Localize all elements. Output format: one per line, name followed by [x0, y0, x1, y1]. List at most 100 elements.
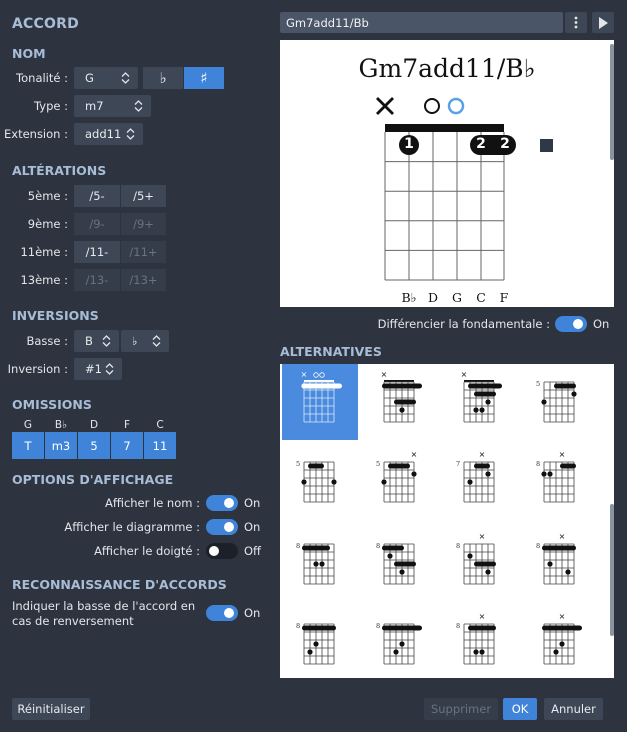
chord-diagram — [376, 97, 553, 281]
finger-number-label: 2 — [476, 136, 486, 152]
alternative-chord-item[interactable]: 8 — [362, 606, 438, 678]
finger-number-label: 1 — [404, 136, 414, 152]
bass-indication-label: Indiquer la basse de l'accord en cas de … — [12, 599, 196, 628]
basse-select[interactable]: B — [74, 330, 119, 352]
string-note-label: C — [476, 290, 486, 305]
bass-indication-toggle[interactable] — [206, 605, 238, 621]
type-select[interactable]: m7 — [74, 95, 151, 117]
delete-button[interactable]: Supprimer — [424, 698, 498, 720]
options-heading: OPTIONS D'AFFICHAGE — [12, 472, 174, 487]
alteration-minus-button[interactable]: /5- — [74, 185, 120, 207]
inversions-heading: INVERSIONS — [12, 308, 99, 323]
alternative-diagram: × — [463, 532, 496, 585]
alternative-diagram — [302, 543, 335, 585]
omission-button[interactable]: 11 — [144, 432, 176, 459]
extra-string-marker — [540, 139, 553, 152]
alteration-minus-button[interactable]: /11- — [74, 241, 120, 263]
alternative-chord-item[interactable]: × 5 — [362, 444, 438, 520]
ok-button[interactable]: OK — [503, 698, 537, 720]
extension-select[interactable]: add11 — [74, 123, 143, 145]
alternative-chord-item[interactable]: × 8 — [522, 526, 598, 602]
alteration-label: 13ème : — [20, 273, 68, 287]
alternative-chord-item[interactable]: × 7 — [442, 444, 518, 520]
omission-button[interactable]: 5 — [78, 432, 110, 459]
show-name-label: Afficher le nom : — [104, 496, 200, 510]
accidental-toggle: ♭ ♯ — [143, 67, 224, 89]
muted-string-icon — [376, 97, 394, 115]
string-note-label: F — [499, 290, 509, 305]
alternative-diagram: × — [463, 612, 496, 665]
play-button[interactable] — [592, 12, 614, 33]
preview-scrollbar[interactable] — [610, 44, 614, 160]
differencier-toggle[interactable] — [555, 316, 587, 332]
alteration-minus-button[interactable]: /9- — [74, 213, 120, 235]
show-fingering-toggle[interactable] — [206, 543, 238, 559]
omission-button[interactable]: 7 — [111, 432, 143, 459]
inversion-label: Inversion : — [7, 362, 68, 376]
alternatives-scrollbar[interactable] — [610, 504, 614, 636]
alteration-plus-button[interactable]: /5+ — [121, 185, 166, 207]
more-options-button[interactable] — [565, 12, 587, 33]
alternative-chord-item[interactable]: × 8 — [442, 526, 518, 602]
alternative-chord-item[interactable]: × — [442, 364, 518, 440]
alternative-chord-item[interactable]: × — [522, 606, 598, 678]
fret-number-label: 8 — [296, 622, 301, 630]
basse-value: B — [85, 334, 93, 348]
alternative-diagram — [382, 623, 422, 665]
svg-text:×: × — [559, 532, 566, 541]
omission-button[interactable]: m3 — [45, 432, 77, 459]
alteration-label: 9ème : — [27, 217, 68, 231]
string-note-label: B♭ — [401, 290, 417, 305]
cancel-button[interactable]: Annuler — [544, 698, 603, 720]
svg-text:×: × — [479, 612, 486, 621]
alternative-chord-item[interactable]: × — [362, 364, 438, 440]
fret-number-label: 8 — [376, 622, 381, 630]
alternatives-list: × × × 5 5 × 5 × 7 × 8 8 8 × 8 × 8 8 8 × 8 × — [280, 364, 614, 678]
alteration-toggle: /5-/5+ — [74, 185, 166, 207]
chord-name-input[interactable]: Gm7add11/Bb — [280, 12, 563, 33]
alternative-chord-item[interactable]: 8 — [282, 526, 358, 602]
alternative-chord-item[interactable]: 8 — [362, 526, 438, 602]
sharp-button[interactable]: ♯ — [184, 67, 224, 89]
differencier-label: Différencier la fondamentale : — [377, 317, 550, 331]
alternative-chord-item[interactable]: 5 — [522, 364, 598, 440]
alternative-diagram: × — [381, 450, 417, 503]
inversion-select[interactable]: #1 — [74, 358, 122, 380]
updown-chevron-icon — [121, 67, 130, 89]
alternative-chord-item[interactable]: 5 — [282, 444, 358, 520]
fret-number-label: 8 — [536, 460, 541, 468]
differencier-state: On — [593, 317, 610, 331]
alternative-diagram: × — [542, 532, 576, 585]
alteration-plus-button[interactable]: /11+ — [121, 241, 166, 263]
updown-chevron-icon — [105, 358, 114, 380]
reset-button[interactable]: Réinitialiser — [12, 698, 90, 720]
extension-label: Extension : — [4, 127, 68, 141]
alternative-chord-item[interactable]: × 8 — [522, 444, 598, 520]
flat-button[interactable]: ♭ — [143, 67, 183, 89]
finger-number-label: 2 — [500, 136, 510, 152]
alteration-minus-button[interactable]: /13- — [74, 269, 120, 291]
basse-accidental-select[interactable]: ♭ — [121, 330, 169, 352]
alternative-chord-item[interactable]: 8 — [282, 606, 358, 678]
omission-note-label: B♭ — [54, 419, 68, 431]
string-note-label: D — [427, 290, 439, 305]
omission-button[interactable]: T — [12, 432, 44, 459]
inversion-value: #1 — [85, 362, 102, 376]
recognition-heading: RECONNAISSANCE D'ACCORDS — [12, 577, 227, 592]
tonalite-label: Tonalité : — [16, 71, 68, 85]
show-diagram-label: Afficher le diagramme : — [64, 520, 200, 534]
alteration-plus-button[interactable]: /9+ — [121, 213, 166, 235]
fret-number-label: 5 — [296, 460, 301, 468]
alteration-plus-button[interactable]: /13+ — [121, 269, 166, 291]
fret-number-label: 8 — [536, 542, 541, 550]
bass-indication-state: On — [244, 606, 261, 620]
alternative-diagram — [302, 623, 336, 665]
show-name-toggle[interactable] — [206, 495, 238, 511]
tonalite-select[interactable]: G — [74, 67, 138, 89]
alternative-chord-item[interactable]: × — [282, 364, 358, 440]
alternative-chord-item[interactable]: × 8 — [442, 606, 518, 678]
nut-bar — [385, 124, 504, 132]
svg-text:×: × — [479, 450, 486, 459]
alternative-diagram: × — [301, 370, 342, 423]
show-diagram-toggle[interactable] — [206, 519, 238, 535]
